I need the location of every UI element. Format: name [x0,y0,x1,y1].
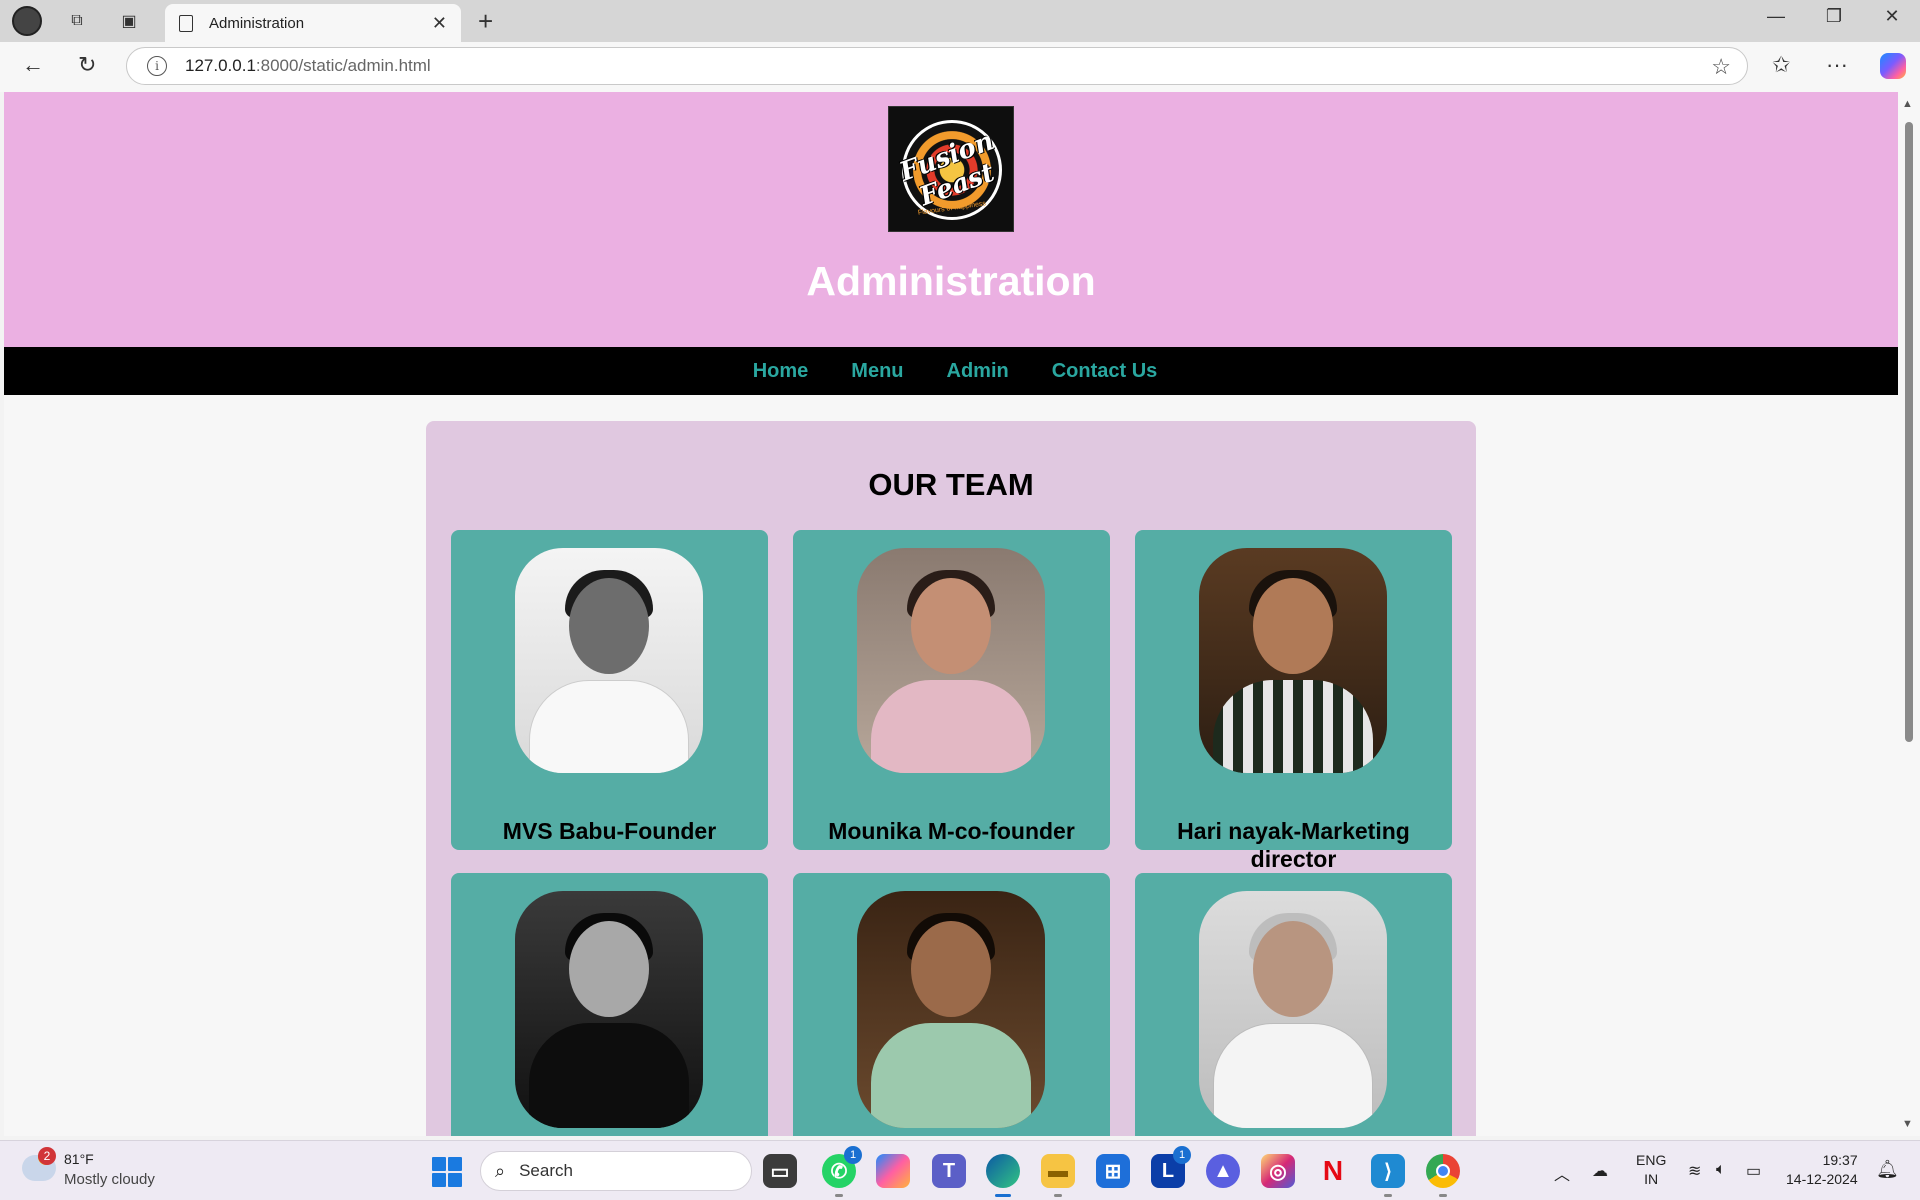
windows-taskbar: 2 81°F Mostly cloudy ⌕ Search ▭ ✆ 1 T ▬ ⊞… [0,1140,1920,1200]
nav-home-link[interactable]: Home [753,360,809,383]
vscode-icon[interactable]: ⟩ [1371,1154,1405,1197]
netflix-icon[interactable]: N [1316,1154,1350,1188]
restore-icon[interactable]: ❐ [1814,6,1854,27]
team-heading: OUR TEAM [868,467,1034,502]
linkedin-l-icon[interactable]: L1 [1151,1146,1191,1188]
profile-avatar-icon[interactable] [12,6,42,36]
search-icon: ⌕ [495,1160,506,1181]
member-photo [1199,548,1387,773]
proton-icon[interactable]: ▲ [1206,1154,1240,1188]
tab-title: Administration [209,14,305,32]
store-icon[interactable]: ⊞ [1096,1154,1130,1188]
member-name: MVS Babu-Founder [502,818,717,844]
url-text[interactable]: 127.0.0.1:8000/static/admin.html [185,56,431,76]
workspaces-icon[interactable]: ⧉ [64,8,90,34]
back-arrow-icon[interactable]: ← [22,52,44,78]
edge-icon[interactable] [986,1154,1020,1197]
page-viewport: Fusion Feast Flavours of happiness Admin… [4,92,1898,1136]
system-clock[interactable]: 19:37 14-12-2024 [1786,1151,1858,1189]
copilot-app-icon[interactable] [876,1154,910,1188]
site-nav: Home Menu Admin Contact Us [4,347,1898,395]
address-bar[interactable]: i 127.0.0.1:8000/static/admin.html ☆ [126,47,1748,85]
browser-tab-bar: ⧉ ▣ Administration ✕ + — ❐ ✕ [0,0,1920,42]
instagram-icon[interactable]: ◎ [1261,1154,1295,1188]
teams-icon[interactable]: T [932,1154,966,1188]
taskbar-search[interactable]: ⌕ Search [480,1151,752,1191]
nav-menu-link[interactable]: Menu [851,360,903,383]
page-icon [179,14,193,32]
battery-icon[interactable]: ▭ [1746,1161,1761,1181]
scroll-up-icon[interactable]: ▲ [1902,98,1913,110]
minimize-icon[interactable]: — [1756,6,1796,27]
site-header: Fusion Feast Flavours of happiness Admin… [4,92,1898,347]
new-tab-icon[interactable]: + [478,6,493,37]
team-card: MVS Babu-Founder [451,530,768,850]
member-photo [857,548,1045,773]
notification-bell-icon[interactable]: 🔔︎ [1876,1159,1899,1180]
active-tab[interactable]: Administration ✕ [165,4,461,42]
close-tab-icon[interactable]: ✕ [432,13,447,34]
nav-contact-link[interactable]: Contact Us [1052,360,1158,383]
weather-description[interactable]: Mostly cloudy [64,1171,155,1188]
team-card: Hari nayak-Marketing director [1135,530,1452,872]
refresh-icon[interactable]: ↻ [78,52,96,78]
page-scrollbar[interactable]: ▲ ▼ [1898,92,1920,1136]
page-title: Administration [806,258,1096,304]
volume-icon[interactable]: 🔈︎ [1716,1161,1726,1179]
favorites-icon[interactable]: ✩ [1772,52,1790,78]
team-section: OUR TEAM MVS Babu-Founder Mounika M-co-f… [426,421,1476,1136]
member-photo [515,891,703,1128]
scroll-thumb[interactable] [1905,122,1913,742]
weather-badge: 2 [38,1147,56,1165]
wifi-icon[interactable]: ≋ [1688,1161,1701,1181]
member-photo [515,548,703,773]
show-hidden-icons-chevron-icon[interactable]: ︿ [1554,1161,1570,1185]
onedrive-cloud-icon[interactable]: ☁ [1592,1161,1608,1181]
language-indicator[interactable]: ENG IN [1636,1151,1666,1189]
team-card [1135,873,1452,1136]
nav-admin-link[interactable]: Admin [947,360,1009,383]
vertical-tabs-icon[interactable]: ▣ [116,8,142,34]
member-photo [857,891,1045,1128]
windows-start-icon[interactable] [432,1157,462,1187]
team-card [451,873,768,1136]
team-card: Mounika M-co-founder [793,530,1110,850]
member-photo [1199,891,1387,1128]
whatsapp-icon[interactable]: ✆ 1 [822,1146,862,1197]
site-info-icon[interactable]: i [147,56,167,76]
more-options-icon[interactable]: ··· [1826,52,1848,78]
member-name: Hari nayak-Marketing director [1177,818,1410,872]
chrome-icon[interactable] [1426,1154,1460,1197]
favorite-star-icon[interactable]: ☆ [1711,54,1731,80]
scroll-down-icon[interactable]: ▼ [1902,1118,1913,1130]
copilot-icon[interactable] [1880,53,1906,79]
search-label: Search [519,1161,573,1180]
member-name: Mounika M-co-founder [828,818,1075,844]
browser-toolbar: ← ↻ i 127.0.0.1:8000/static/admin.html ☆… [0,42,1920,92]
team-card [793,873,1110,1136]
window-close-icon[interactable]: ✕ [1872,6,1912,27]
weather-temperature[interactable]: 81°F [64,1151,94,1167]
fusion-feast-logo: Fusion Feast Flavours of happiness [888,106,1014,232]
task-view-icon[interactable]: ▭ [763,1154,797,1188]
file-explorer-icon[interactable]: ▬ [1041,1154,1075,1197]
